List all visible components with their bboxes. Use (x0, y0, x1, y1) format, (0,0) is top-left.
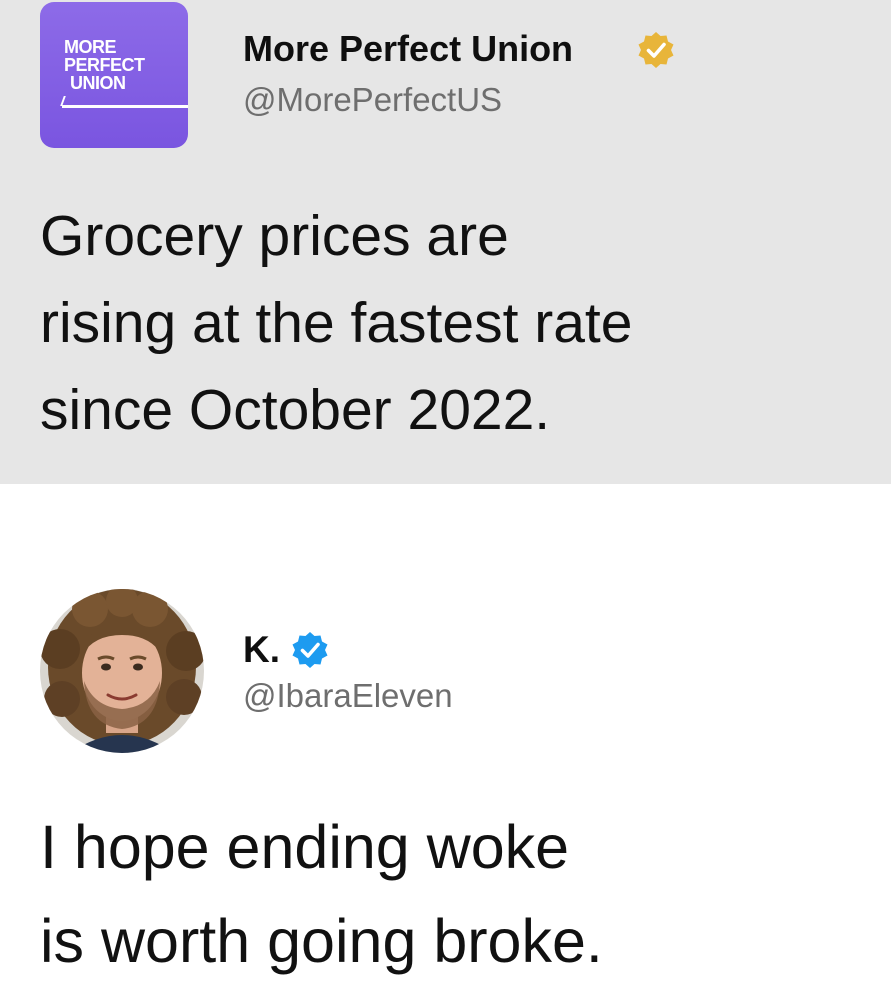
screenshot-page: MORE PERFECT UNION More Perfect Union @M… (0, 0, 891, 1000)
tweet-text-line: since October 2022. (40, 378, 551, 442)
logo-underline (62, 105, 188, 108)
logo-wordmark: MORE PERFECT UNION (64, 38, 145, 92)
tweet-text: Grocery prices are rising at the fastest… (40, 193, 880, 454)
quoted-tweet-card[interactable]: MORE PERFECT UNION More Perfect Union @M… (0, 0, 891, 484)
author-display-name[interactable]: K. (243, 628, 280, 672)
author-handle[interactable]: @IbaraEleven (243, 676, 453, 716)
tweet-text-line: Grocery prices are (40, 204, 509, 268)
tweet-text-line: rising at the fastest rate (40, 291, 633, 355)
more-perfect-union-logo-avatar[interactable]: MORE PERFECT UNION (40, 2, 188, 148)
blue-verified-check-icon (292, 632, 328, 668)
author-display-name[interactable]: More Perfect Union (243, 27, 573, 71)
gold-verified-check-icon (638, 32, 674, 68)
bearded-man-curly-hair-avatar (40, 589, 204, 753)
logo-line-perfect: PERFECT (64, 55, 145, 75)
tweet-text-line: I hope ending woke (40, 813, 570, 881)
tweet-text-line: is worth going broke. (40, 907, 603, 975)
profile-avatar[interactable] (40, 589, 204, 753)
author-handle[interactable]: @MorePerfectUS (243, 80, 502, 120)
logo-line-union: UNION (70, 73, 126, 93)
tweet-text: I hope ending woke is worth going broke. (40, 800, 880, 988)
logo-line-more: MORE (64, 37, 116, 57)
